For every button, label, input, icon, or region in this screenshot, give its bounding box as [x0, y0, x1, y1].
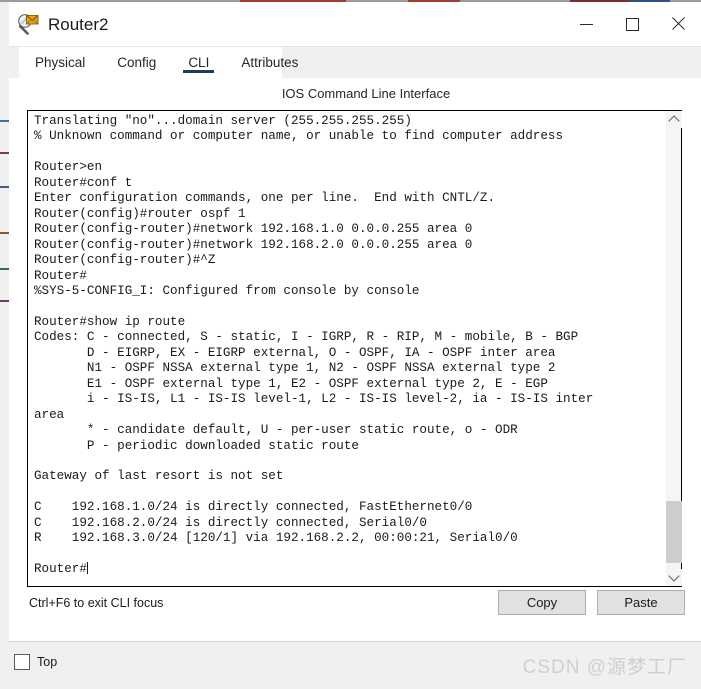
terminal-prompt: Router#: [34, 562, 87, 577]
close-icon: [671, 17, 685, 31]
window-title: Router2: [48, 14, 109, 34]
tab-config[interactable]: Config: [106, 47, 167, 78]
background-window-left-ticks: [0, 0, 9, 689]
title-bar: Router2: [9, 2, 701, 47]
copy-button[interactable]: Copy: [498, 590, 586, 615]
tab-physical[interactable]: Physical: [24, 47, 96, 78]
cli-focus-hint: Ctrl+F6 to exit CLI focus: [29, 596, 164, 610]
packet-tracer-inspect-icon: [17, 13, 39, 35]
terminal-output-area[interactable]: Translating "no"...domain server (255.25…: [28, 111, 665, 586]
top-checkbox-label: Top: [37, 655, 58, 669]
window-controls: [563, 2, 701, 46]
watermark: CSDN @源梦工厂: [522, 657, 687, 678]
cli-panel-heading: IOS Command Line Interface: [281, 86, 451, 101]
cli-panel: IOS Command Line Interface Translating "…: [9, 78, 701, 689]
tab-attributes[interactable]: Attributes: [230, 47, 309, 78]
chevron-up-icon: [668, 115, 680, 127]
close-button[interactable]: [655, 2, 701, 46]
terminal-cursor: [86, 562, 88, 575]
scrollbar-thumb[interactable]: [666, 501, 682, 563]
tab-list: Physical Config CLI Attributes: [19, 47, 314, 78]
scroll-down-button[interactable]: [666, 569, 682, 586]
minimize-icon: [579, 23, 593, 25]
minimize-button[interactable]: [563, 2, 609, 46]
terminal-scrollbar[interactable]: [665, 111, 682, 586]
tab-cli[interactable]: CLI: [177, 47, 220, 78]
router-device-window: Router2 Physical Config CLI Attributes I…: [9, 2, 701, 689]
scroll-up-button[interactable]: [666, 111, 682, 128]
status-bar: Top CSDN @源梦工厂: [9, 641, 701, 689]
terminal-container: Translating "no"...domain server (255.25…: [27, 110, 682, 587]
screen-root: Router2 Physical Config CLI Attributes I…: [0, 0, 701, 689]
chevron-down-icon: [668, 570, 680, 582]
cli-footer: Ctrl+F6 to exit CLI focus Copy Paste: [27, 590, 685, 646]
paste-button[interactable]: Paste: [597, 590, 685, 615]
tab-bar: Physical Config CLI Attributes: [9, 47, 701, 78]
terminal-text: Translating "no"...domain server (255.25…: [34, 114, 665, 578]
maximize-button[interactable]: [609, 2, 655, 46]
maximize-icon: [625, 17, 639, 31]
top-checkbox-row[interactable]: Top: [14, 654, 57, 670]
top-checkbox[interactable]: [14, 654, 30, 670]
terminal-scrollback: Translating "no"...domain server (255.25…: [34, 114, 594, 546]
